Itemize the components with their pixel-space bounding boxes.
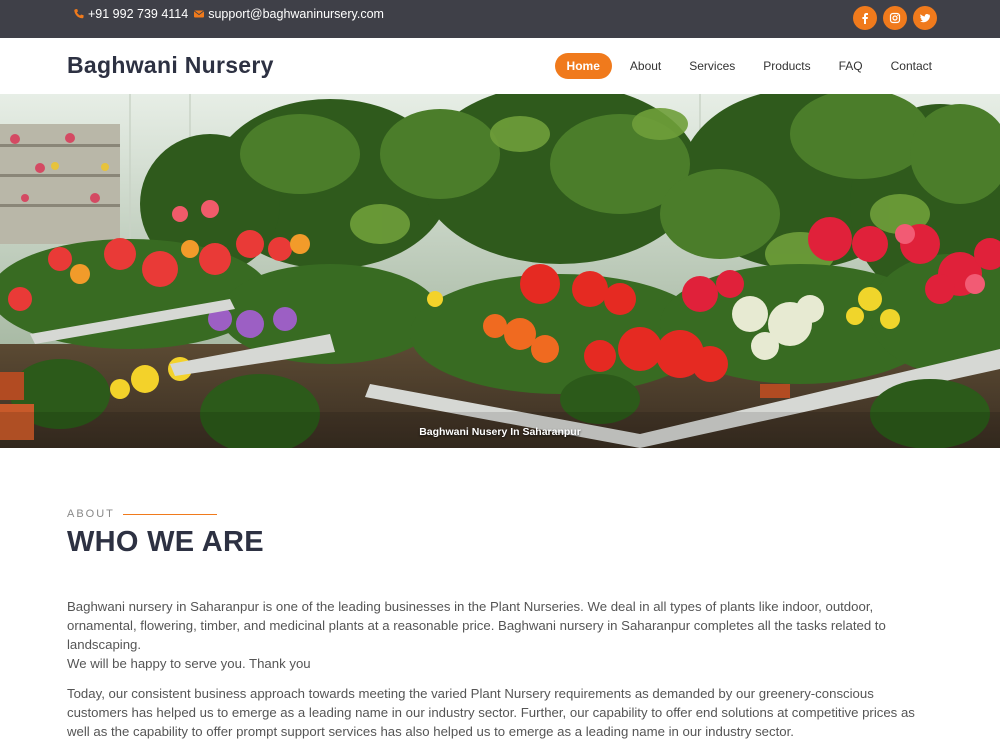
site-header: Baghwani Nursery Home About Services Pro… <box>0 38 1000 94</box>
nav-faq[interactable]: FAQ <box>829 53 873 79</box>
site-logo[interactable]: Baghwani Nursery <box>67 52 274 79</box>
top-bar: +91 992 739 4114 support@baghwaninursery… <box>0 0 1000 38</box>
about-paragraph-1-thanks: We will be happy to serve you. Thank you <box>67 656 311 671</box>
nav-services[interactable]: Services <box>679 53 745 79</box>
hero-caption: Baghwani Nusery In Saharanpur <box>419 426 581 438</box>
hero-image <box>0 94 1000 448</box>
about-paragraph-1: Baghwani nursery in Saharanpur is one of… <box>67 597 932 673</box>
eyebrow-divider <box>122 513 217 515</box>
envelope-icon <box>193 8 205 20</box>
section-title: WHO WE ARE <box>67 526 264 558</box>
facebook-icon[interactable] <box>853 6 877 30</box>
section-eyebrow: ABOUT <box>67 508 217 520</box>
nav-home[interactable]: Home <box>554 53 612 79</box>
twitter-icon[interactable] <box>913 6 937 30</box>
about-paragraph-1-text: Baghwani nursery in Saharanpur is one of… <box>67 599 886 652</box>
social-links <box>853 6 937 30</box>
eyebrow-label: ABOUT <box>67 508 115 520</box>
main-nav: Home About Services Products FAQ Contact <box>553 53 942 79</box>
about-paragraph-2: Today, our consistent business approach … <box>67 686 915 739</box>
contact-info: +91 992 739 4114 support@baghwaninursery… <box>73 7 384 21</box>
email-address[interactable]: support@baghwaninursery.com <box>208 7 384 21</box>
phone-number[interactable]: +91 992 739 4114 <box>88 7 188 21</box>
hero-banner: Baghwani Nusery In Saharanpur <box>0 94 1000 448</box>
phone-icon <box>73 8 85 20</box>
nav-products[interactable]: Products <box>753 53 820 79</box>
nav-about[interactable]: About <box>620 53 671 79</box>
nav-contact[interactable]: Contact <box>881 53 942 79</box>
instagram-icon[interactable] <box>883 6 907 30</box>
